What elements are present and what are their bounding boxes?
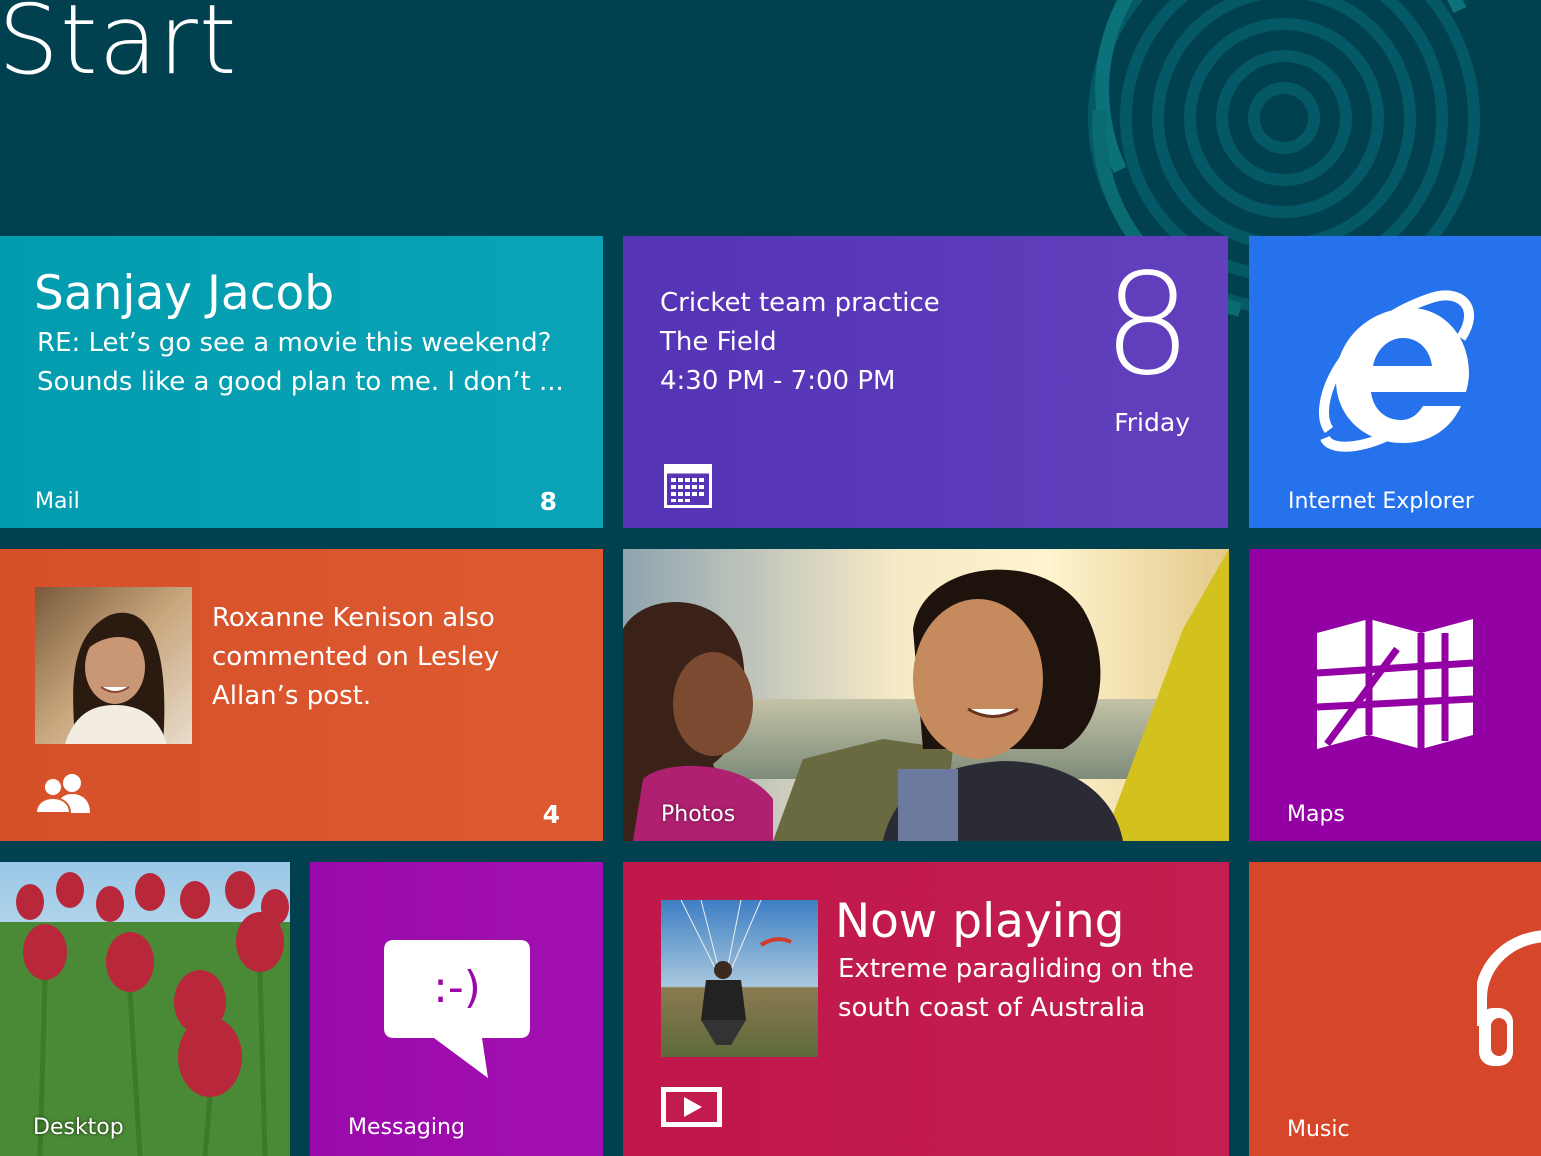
now-playing-line: south coast of Australia — [838, 993, 1146, 1023]
mail-label: Mail — [35, 489, 80, 514]
ie-logo-icon — [1319, 290, 1474, 452]
photos-tile[interactable]: Photos — [623, 549, 1229, 841]
ie-label: Internet Explorer — [1288, 489, 1474, 514]
maps-tile[interactable]: Maps — [1249, 549, 1541, 841]
calendar-day-number: 8 — [1102, 244, 1192, 407]
maps-label: Maps — [1287, 802, 1345, 827]
photos-live-image — [623, 549, 1229, 841]
calendar-event-time: 4:30 PM - 7:00 PM — [660, 366, 896, 396]
messaging-label: Messaging — [348, 1115, 465, 1140]
people-notification-count: 4 — [542, 800, 560, 829]
mail-preview: Sounds like a good plan to me. I don’t .… — [37, 367, 564, 397]
desktop-label: Desktop — [33, 1115, 124, 1140]
photos-label: Photos — [661, 802, 736, 827]
mail-sender: Sanjay Jacob — [34, 266, 335, 321]
internet-explorer-tile[interactable]: Internet Explorer — [1249, 236, 1541, 528]
desktop-tile[interactable]: Desktop — [0, 862, 290, 1156]
chat-bubble-icon: :-) — [384, 940, 530, 1078]
calendar-day-name: Friday — [1114, 408, 1190, 437]
mail-tile[interactable]: Sanjay Jacob RE: Let’s go see a movie th… — [0, 236, 603, 528]
now-playing-line: Extreme paragliding on the — [838, 954, 1195, 984]
people-tile[interactable]: Roxanne Kenison also commented on Lesley… — [0, 549, 603, 841]
messaging-tile[interactable]: :-) Messaging — [310, 862, 603, 1156]
mail-subject: RE: Let’s go see a movie this weekend? — [37, 328, 552, 358]
music-tile[interactable]: Music — [1249, 862, 1541, 1156]
people-icon — [36, 774, 90, 813]
people-notification-line: Allan’s post. — [212, 681, 372, 711]
people-notification-line: commented on Lesley — [212, 642, 500, 672]
people-notification: Roxanne Kenison also commented on Lesley… — [212, 599, 552, 716]
play-icon — [661, 1087, 722, 1127]
calendar-event-title: Cricket team practice — [660, 288, 940, 318]
video-thumbnail — [661, 900, 818, 1057]
contact-avatar — [35, 587, 192, 744]
now-playing-title: Now playing — [835, 894, 1125, 949]
people-notification-line: Roxanne Kenison also — [212, 603, 495, 633]
calendar-icon — [664, 464, 712, 508]
headphones-icon — [1477, 930, 1541, 1066]
music-label: Music — [1287, 1117, 1350, 1142]
emoticon-text: :-) — [433, 962, 481, 1013]
desktop-wallpaper-image — [0, 862, 290, 1156]
map-icon — [1317, 619, 1473, 749]
calendar-event-location: The Field — [660, 327, 777, 357]
calendar-tile[interactable]: Cricket team practice The Field 4:30 PM … — [623, 236, 1228, 528]
mail-unread-count: 8 — [539, 487, 557, 516]
video-tile[interactable]: Now playing Extreme paragliding on the s… — [623, 862, 1229, 1156]
start-screen-title: Start — [0, 0, 238, 96]
